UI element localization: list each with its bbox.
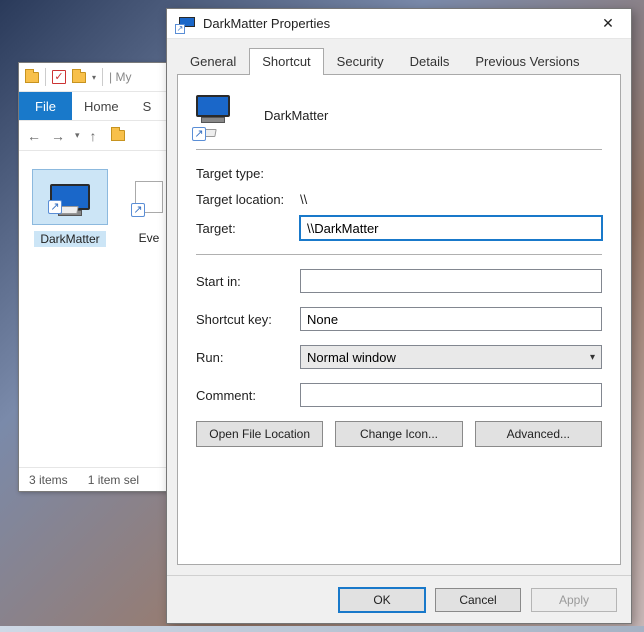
status-selected-count: 1 item sel	[88, 473, 139, 487]
tab-general[interactable]: General	[177, 48, 249, 75]
nav-recent-caret-icon[interactable]: ▾	[75, 130, 80, 141]
computer-shortcut-icon: ↗	[196, 95, 240, 135]
cancel-button[interactable]: Cancel	[435, 588, 521, 612]
header-row: ↗ DarkMatter	[196, 91, 602, 139]
separator	[196, 149, 602, 150]
explorer-nav-bar: ← → ▾ ↑	[19, 121, 177, 151]
tab-panel-shortcut: ↗ DarkMatter Target type: Target locatio…	[177, 74, 621, 565]
row-target-location: Target location: \\	[196, 190, 602, 208]
run-select-value: Normal window	[307, 350, 396, 365]
nav-forward-icon[interactable]: →	[51, 128, 65, 144]
properties-dialog: ↗ DarkMatter Properties ✕ General Shortc…	[166, 8, 632, 624]
file-item-darkmatter[interactable]: ↗ DarkMatter	[27, 169, 113, 247]
folder-icon	[25, 72, 39, 83]
advanced-button[interactable]: Advanced...	[475, 421, 602, 447]
computer-shortcut-icon: ↗	[50, 184, 90, 210]
label-run: Run:	[196, 350, 300, 365]
dialog-titlebar[interactable]: ↗ DarkMatter Properties ✕	[167, 9, 631, 39]
tab-details[interactable]: Details	[397, 48, 463, 75]
apply-button[interactable]: Apply	[531, 588, 617, 612]
close-icon: ✕	[602, 15, 614, 32]
close-button[interactable]: ✕	[585, 9, 631, 39]
tab-security[interactable]: Security	[324, 48, 397, 75]
label-start-in: Start in:	[196, 274, 300, 289]
desktop-strip	[0, 626, 644, 632]
explorer-window: ✓ ▾ | My File Home S ← → ▾ ↑ ↗ DarkMatte…	[18, 62, 178, 492]
computer-shortcut-icon: ↗	[177, 17, 195, 31]
nav-back-icon[interactable]: ←	[27, 128, 41, 144]
file-icon: ↗	[32, 169, 108, 225]
file-label: Eve	[139, 231, 160, 245]
open-file-location-button[interactable]: Open File Location	[196, 421, 323, 447]
explorer-titlebar: ✓ ▾ | My	[19, 63, 177, 91]
row-target: Target:	[196, 216, 602, 240]
file-icon: ↗	[131, 169, 167, 225]
file-label: DarkMatter	[34, 231, 105, 247]
chevron-down-icon: ▾	[590, 352, 595, 363]
ribbon-tab-home[interactable]: Home	[72, 92, 131, 120]
shortcut-key-input[interactable]	[300, 307, 602, 331]
row-start-in: Start in:	[196, 269, 602, 293]
tab-shortcut[interactable]: Shortcut	[249, 48, 323, 75]
explorer-content[interactable]: ↗ DarkMatter ↗ Eve	[19, 151, 177, 467]
titlebar-divider	[45, 68, 46, 86]
label-target: Target:	[196, 221, 300, 236]
generic-shortcut-icon: ↗	[135, 181, 163, 213]
label-comment: Comment:	[196, 388, 300, 403]
dialog-button-row: OK Cancel Apply	[167, 575, 631, 623]
separator	[196, 254, 602, 255]
explorer-status-bar: 3 items 1 item sel	[19, 467, 177, 491]
row-shortcut-key: Shortcut key:	[196, 307, 602, 331]
folder-icon[interactable]	[111, 130, 125, 141]
ribbon-tab-share[interactable]: S	[131, 92, 164, 120]
label-shortcut-key: Shortcut key:	[196, 312, 300, 327]
tab-previous-versions[interactable]: Previous Versions	[462, 48, 592, 75]
titlebar-divider	[102, 68, 103, 86]
mid-button-row: Open File Location Change Icon... Advanc…	[196, 421, 602, 447]
value-target-location: \\	[300, 192, 307, 207]
dialog-title: DarkMatter Properties	[203, 16, 577, 31]
shortcut-name: DarkMatter	[264, 108, 328, 123]
nav-up-icon[interactable]: ↑	[90, 128, 97, 144]
explorer-title-text: | My	[109, 70, 131, 84]
label-target-location: Target location:	[196, 192, 300, 207]
status-item-count: 3 items	[29, 473, 68, 487]
tab-row: General Shortcut Security Details Previo…	[167, 39, 631, 74]
row-comment: Comment:	[196, 383, 602, 407]
file-menu-tab[interactable]: File	[19, 92, 72, 120]
start-in-input[interactable]	[300, 269, 602, 293]
row-run: Run: Normal window ▾	[196, 345, 602, 369]
ok-button[interactable]: OK	[339, 588, 425, 612]
row-target-type: Target type:	[196, 164, 602, 182]
run-select[interactable]: Normal window ▾	[300, 345, 602, 369]
folder-icon	[72, 72, 86, 83]
comment-input[interactable]	[300, 383, 602, 407]
target-input[interactable]	[300, 216, 602, 240]
check-icon: ✓	[52, 70, 66, 84]
label-target-type: Target type:	[196, 166, 300, 181]
change-icon-button[interactable]: Change Icon...	[335, 421, 462, 447]
dropdown-caret-icon[interactable]: ▾	[92, 73, 96, 82]
file-item-eve[interactable]: ↗ Eve	[131, 169, 167, 245]
explorer-ribbon: File Home S	[19, 91, 177, 121]
